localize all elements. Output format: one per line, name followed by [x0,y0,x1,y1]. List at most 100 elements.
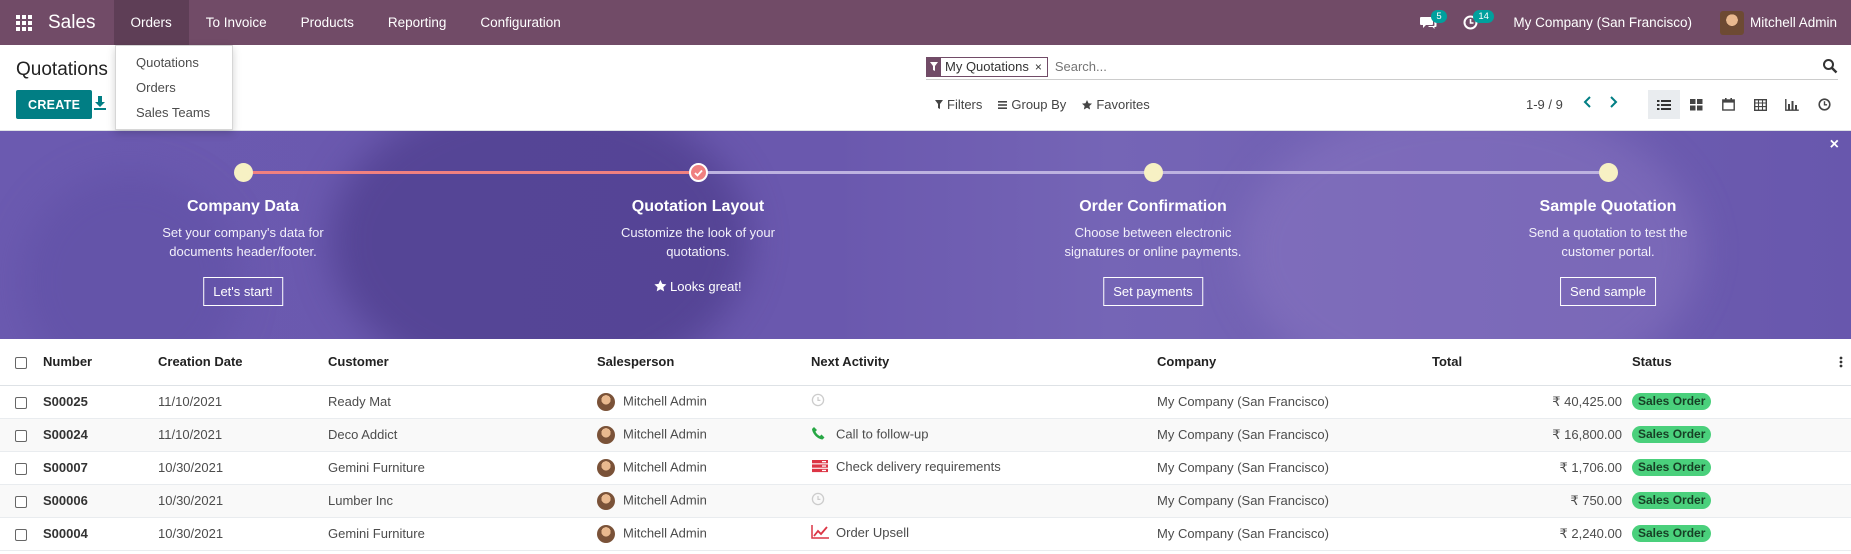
facet-value: My Quotations [945,58,1029,74]
order-total: ₹ 750.00 [1432,484,1632,518]
order-total: ₹ 1,706.00 [1432,451,1632,485]
graph-view-button[interactable] [1776,90,1808,119]
company-switcher[interactable]: My Company (San Francisco) [1491,15,1720,30]
select-all-cell [0,339,43,386]
kanban-view-button[interactable] [1680,90,1712,119]
column-header-salesperson[interactable]: Salesperson [597,339,811,386]
table-row[interactable]: S00024 11/10/2021 Deco Addict Mitchell Admi… [0,418,1851,452]
clock-icon [1817,98,1831,111]
order-number: S00024 [43,418,158,452]
menu-item-orders[interactable]: Orders [116,75,232,100]
column-header-status-cell: Status [1632,339,1851,386]
app-name[interactable]: Sales [48,12,114,34]
customer-name: Deco Addict [328,418,597,452]
line-chart-icon[interactable] [811,525,829,542]
table-row[interactable]: S00004 10/30/2021 Gemini Furniture Mitchell… [0,517,1851,551]
column-header-next-activity[interactable]: Next Activity [811,339,1157,386]
salesperson-avatar [597,425,615,444]
phone-icon[interactable] [811,426,829,444]
column-header-number[interactable]: Number [43,339,158,386]
row-select-cell [0,484,43,518]
filter-facet-icon [927,57,941,76]
row-checkbox[interactable] [15,528,27,541]
create-button[interactable]: CREATE [16,90,93,119]
onboarding-banner: × Company Data Set your company's data f… [0,131,1851,339]
column-header-customer[interactable]: Customer [328,339,597,386]
send-sample-button[interactable]: Send sample [1560,277,1656,306]
row-checkbox[interactable] [15,495,27,508]
row-select-cell [0,385,43,419]
step-description: Send a quotation to test the customer po… [1528,225,1688,259]
list-view-button[interactable] [1648,90,1680,119]
step-description: Choose between electronic signatures or … [1064,225,1242,259]
chevron-right-icon[interactable] [1607,95,1619,109]
column-header-status[interactable]: Status [1632,354,1672,369]
user-menu[interactable]: Mitchell Admin [1719,10,1851,35]
messaging-button[interactable]: 5 [1407,0,1449,45]
column-header-creation-date[interactable]: Creation Date [158,339,328,386]
step-description: Customize the look of your quotations. [621,225,775,259]
calendar-view-button[interactable] [1712,90,1744,119]
row-checkbox[interactable] [15,462,27,475]
table-row[interactable]: S00006 10/30/2021 Lumber Inc Mitchell Admin… [0,484,1851,518]
step-title: Quotation Layout [631,198,765,215]
table-row[interactable]: S00007 10/30/2021 Gemini Furniture Mitchell… [0,451,1851,485]
apps-menu-icon[interactable] [0,0,48,45]
nav-configuration[interactable]: Configuration [463,0,577,45]
search-input[interactable] [1054,59,1815,74]
filters-toggle[interactable]: Filters [935,97,982,112]
status-cell: Sales Order [1632,517,1851,551]
column-header-total[interactable]: Total [1432,339,1632,386]
orders-dropdown-menu: Quotations Orders Sales Teams [115,45,233,130]
set-payments-button[interactable]: Set payments [1103,277,1203,306]
star-icon [654,280,667,292]
salesperson-avatar [597,491,615,510]
clock-icon[interactable] [811,492,829,509]
company-name: My Company (San Francisco) [1157,517,1432,551]
search-icon[interactable] [1822,58,1838,74]
order-number: S00007 [43,451,158,485]
bar-chart-icon [1785,98,1799,111]
check-icon [694,169,703,177]
salesperson-cell: Mitchell Admin [597,385,811,419]
nav-to-invoice[interactable]: To Invoice [189,0,284,45]
clock-icon[interactable] [811,393,829,410]
row-checkbox[interactable] [15,396,27,409]
salesperson-cell: Mitchell Admin [597,484,811,518]
download-icon[interactable] [93,95,107,111]
favorites-toggle[interactable]: Favorites [1082,97,1150,112]
activity-view-button[interactable] [1808,90,1840,119]
nav-reporting[interactable]: Reporting [371,0,464,45]
lets-start-button[interactable]: Let's start! [203,277,283,306]
activities-button[interactable]: 14 [1449,0,1494,45]
pager-value[interactable]: 1-9 / 9 [1526,97,1563,112]
menu-item-sales-teams[interactable]: Sales Teams [116,100,232,125]
nav-products[interactable]: Products [284,0,371,45]
step-dot-done [689,163,708,182]
salesperson-name: Mitchell Admin [623,392,707,408]
status-cell: Sales Order [1632,451,1851,485]
server-icon[interactable] [811,459,829,476]
status-badge: Sales Order [1632,525,1712,542]
chevron-left-icon[interactable] [1582,95,1594,109]
status-cell: Sales Order [1632,385,1851,419]
column-header-company[interactable]: Company [1157,339,1432,386]
pivot-view-button[interactable] [1744,90,1776,119]
salesperson-cell: Mitchell Admin [597,418,811,452]
close-icon[interactable]: × [1830,136,1839,154]
select-all-checkbox[interactable] [15,356,27,369]
control-panel: Quotations CREATE My Quotations × Filter… [0,45,1851,131]
activity-cell: Check delivery requirements [811,451,1157,485]
table-row[interactable]: S00025 11/10/2021 Ready Mat Mitchell Admin M… [0,385,1851,419]
filters-label: Filters [947,97,983,112]
step-description: Set your company's data for documents he… [162,225,324,259]
menu-item-quotations[interactable]: Quotations [116,50,232,75]
row-checkbox[interactable] [15,429,27,442]
filter-icon [935,100,943,109]
search-options: Filters Group By Favorites [935,97,1150,112]
facet-remove-icon[interactable]: × [1033,58,1047,76]
optional-columns-icon[interactable] [1839,356,1843,368]
groupby-toggle[interactable]: Group By [998,97,1066,112]
messages-count-badge: 5 [1431,10,1447,23]
nav-orders[interactable]: Orders [113,0,189,45]
